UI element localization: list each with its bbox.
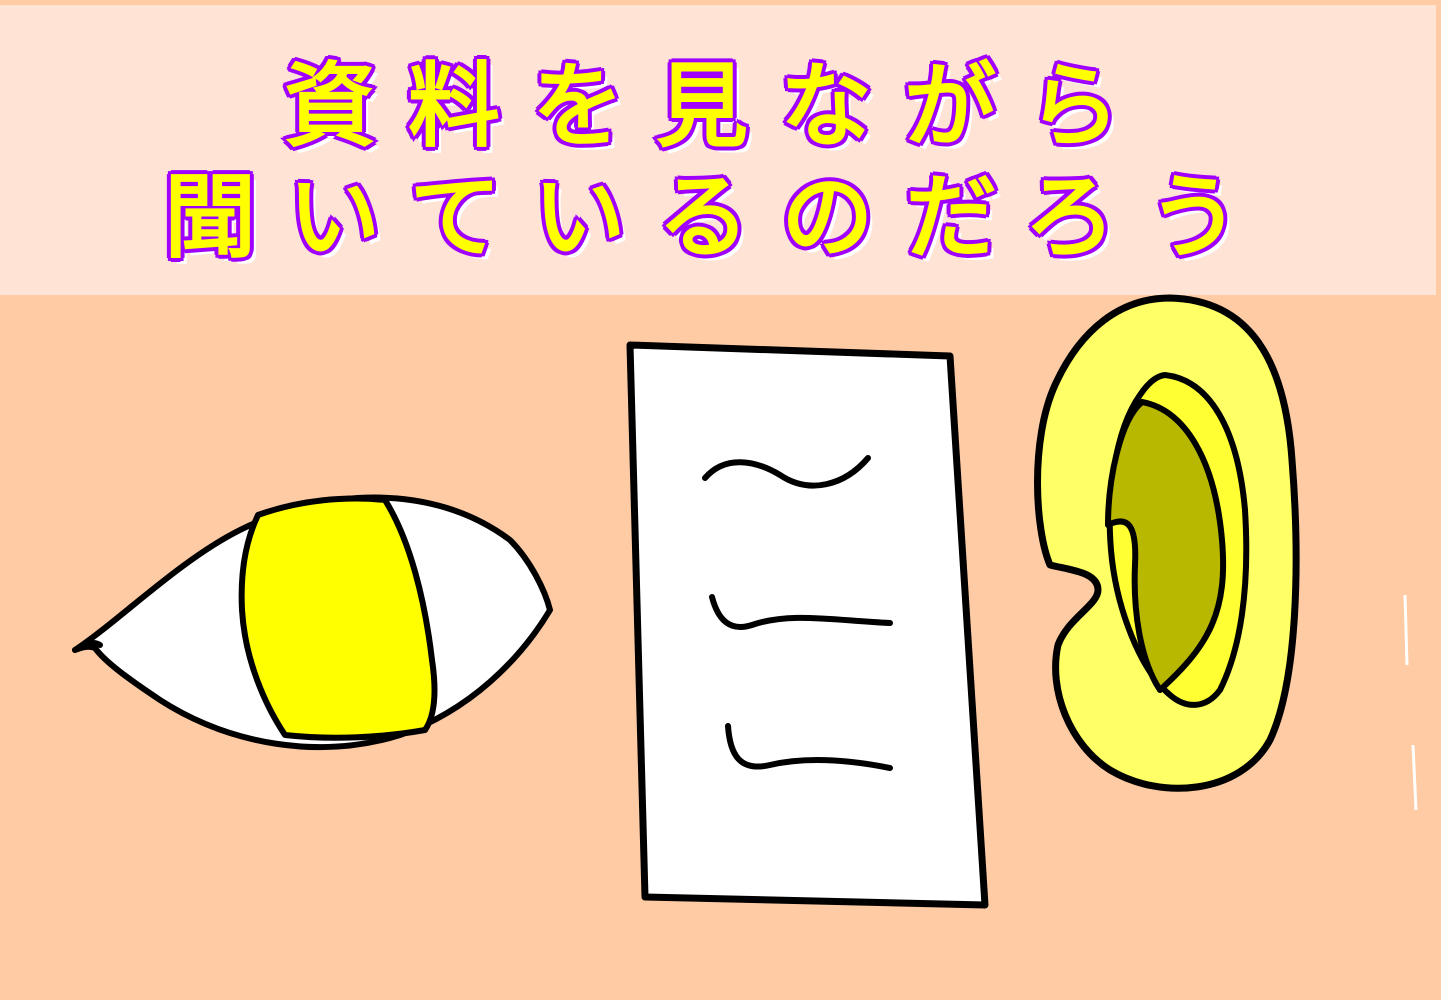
paper-sheet xyxy=(626,341,989,909)
edge-mark xyxy=(1403,594,1409,666)
document-icon xyxy=(626,341,989,909)
illustration-art xyxy=(72,294,1418,909)
eye-icon xyxy=(72,494,553,750)
illustration-canvas: 資料を見ながら 聞いているのだろう xyxy=(0,0,1441,1000)
edge-mark xyxy=(1411,744,1418,811)
eye-iris xyxy=(238,495,438,741)
ear-icon xyxy=(1034,294,1300,792)
